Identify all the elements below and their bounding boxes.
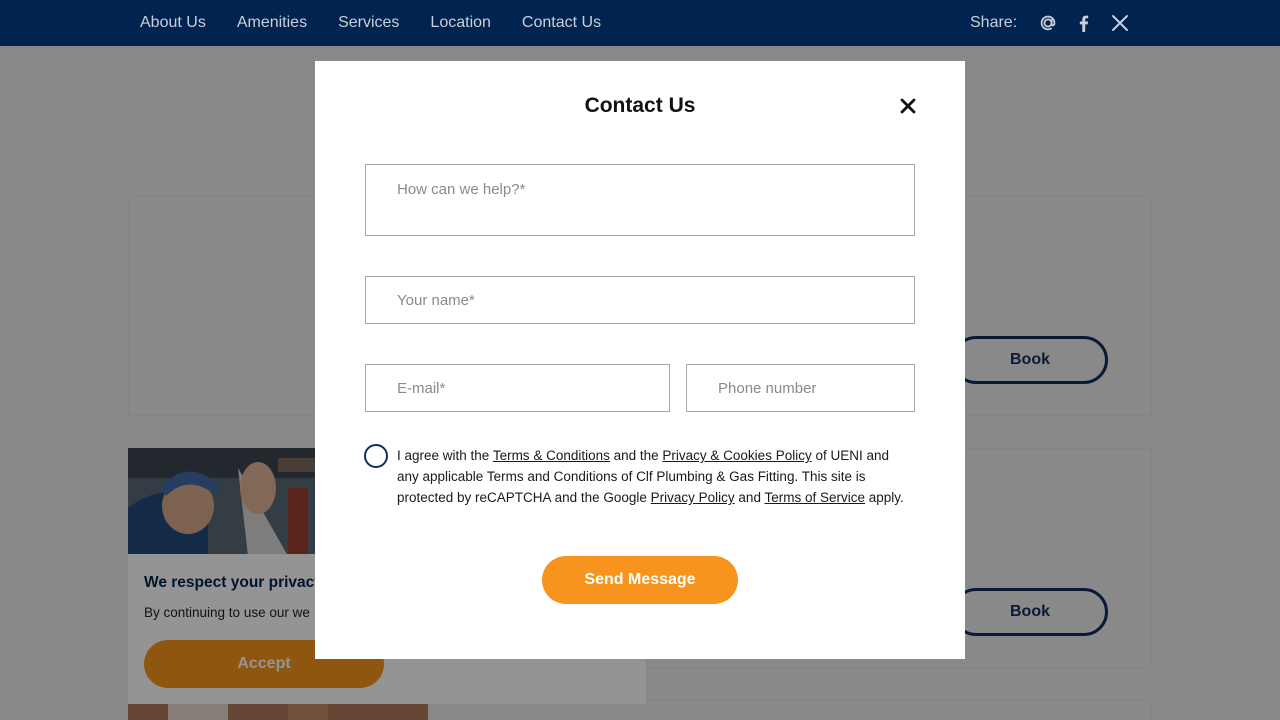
terms-conditions-link[interactable]: Terms & Conditions	[493, 448, 610, 463]
name-input[interactable]	[397, 291, 883, 309]
top-navbar: About Us Amenities Services Location Con…	[0, 0, 1280, 46]
send-message-button[interactable]: Send Message	[542, 556, 738, 604]
share-label: Share:	[970, 14, 1018, 31]
terms-of-service-link[interactable]: Terms of Service	[764, 490, 865, 505]
x-icon[interactable]	[1110, 13, 1130, 33]
phone-input[interactable]	[718, 379, 883, 397]
consent-text: I agree with the Terms & Conditions and …	[397, 448, 904, 505]
contact-modal: Contact Us I agree with the Terms & Cond…	[315, 61, 965, 659]
email-field	[365, 364, 670, 412]
nav-link-location[interactable]: Location	[430, 14, 491, 32]
phone-field	[686, 364, 915, 412]
nav-link-about-us[interactable]: About Us	[140, 14, 206, 32]
consent-checkbox[interactable]	[364, 444, 388, 468]
facebook-icon[interactable]	[1074, 13, 1094, 33]
email-input[interactable]	[397, 379, 638, 397]
help-field	[365, 164, 915, 236]
close-button[interactable]	[897, 95, 919, 117]
close-icon	[900, 98, 916, 114]
nav-link-services[interactable]: Services	[338, 14, 399, 32]
privacy-cookies-policy-link[interactable]: Privacy & Cookies Policy	[662, 448, 811, 463]
modal-title: Contact Us	[584, 94, 696, 117]
nav-link-amenities[interactable]: Amenities	[237, 14, 307, 32]
nav-link-contact-us[interactable]: Contact Us	[522, 14, 601, 32]
name-field	[365, 276, 915, 324]
help-input[interactable]	[397, 181, 883, 221]
google-privacy-policy-link[interactable]: Privacy Policy	[651, 490, 735, 505]
nav-links: About Us Amenities Services Location Con…	[140, 0, 601, 46]
share-bar: Share:	[970, 0, 1130, 46]
email-at-icon[interactable]	[1038, 13, 1058, 33]
